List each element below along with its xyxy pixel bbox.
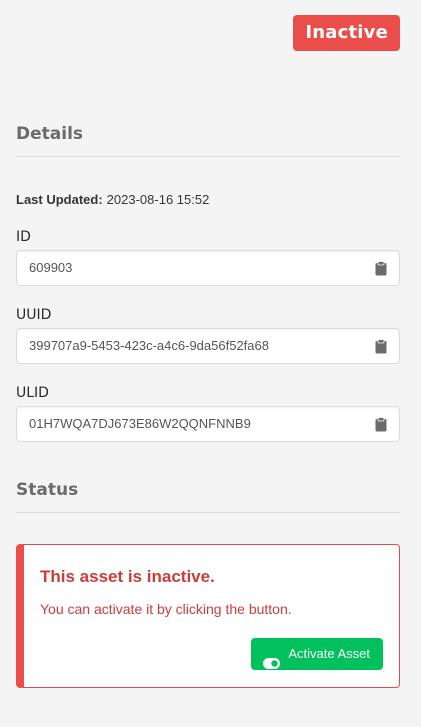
inactive-alert: This asset is inactive. You can activate… (16, 544, 400, 688)
details-section-title: Details (16, 124, 400, 157)
id-field-value: 609903 (29, 260, 73, 275)
ulid-field-label: ULID (16, 385, 49, 401)
activate-asset-label: Activate Asset (288, 646, 370, 661)
id-field[interactable]: 609903 (16, 250, 400, 286)
ulid-field[interactable]: 01H7WQA7DJ673E86W2QQNFNNB9 (16, 406, 400, 442)
uuid-field-value: 399707a9-5453-423c-a4c6-9da56f52fa68 (29, 338, 269, 353)
uuid-field-label: UUID (16, 307, 52, 323)
last-updated-label: Last Updated: (16, 192, 103, 207)
status-section-title: Status (16, 480, 400, 513)
clipboard-icon[interactable] (375, 339, 387, 354)
status-badge: Inactive (293, 15, 400, 51)
last-updated: Last Updated: 2023-08-16 15:52 (16, 192, 209, 207)
toggle-on-icon (263, 649, 281, 669)
ulid-field-value: 01H7WQA7DJ673E86W2QQNFNNB9 (29, 416, 251, 431)
activate-asset-button[interactable]: Activate Asset (251, 638, 383, 670)
last-updated-value: 2023-08-16 15:52 (106, 192, 210, 207)
clipboard-icon[interactable] (375, 261, 387, 276)
alert-text: You can activate it by clicking the butt… (40, 601, 292, 617)
uuid-field[interactable]: 399707a9-5453-423c-a4c6-9da56f52fa68 (16, 328, 400, 364)
clipboard-icon[interactable] (375, 417, 387, 432)
alert-title: This asset is inactive. (40, 567, 215, 586)
id-field-label: ID (16, 229, 31, 245)
asset-sidebar-panel: Inactive Details Last Updated: 2023-08-16… (0, 0, 421, 727)
